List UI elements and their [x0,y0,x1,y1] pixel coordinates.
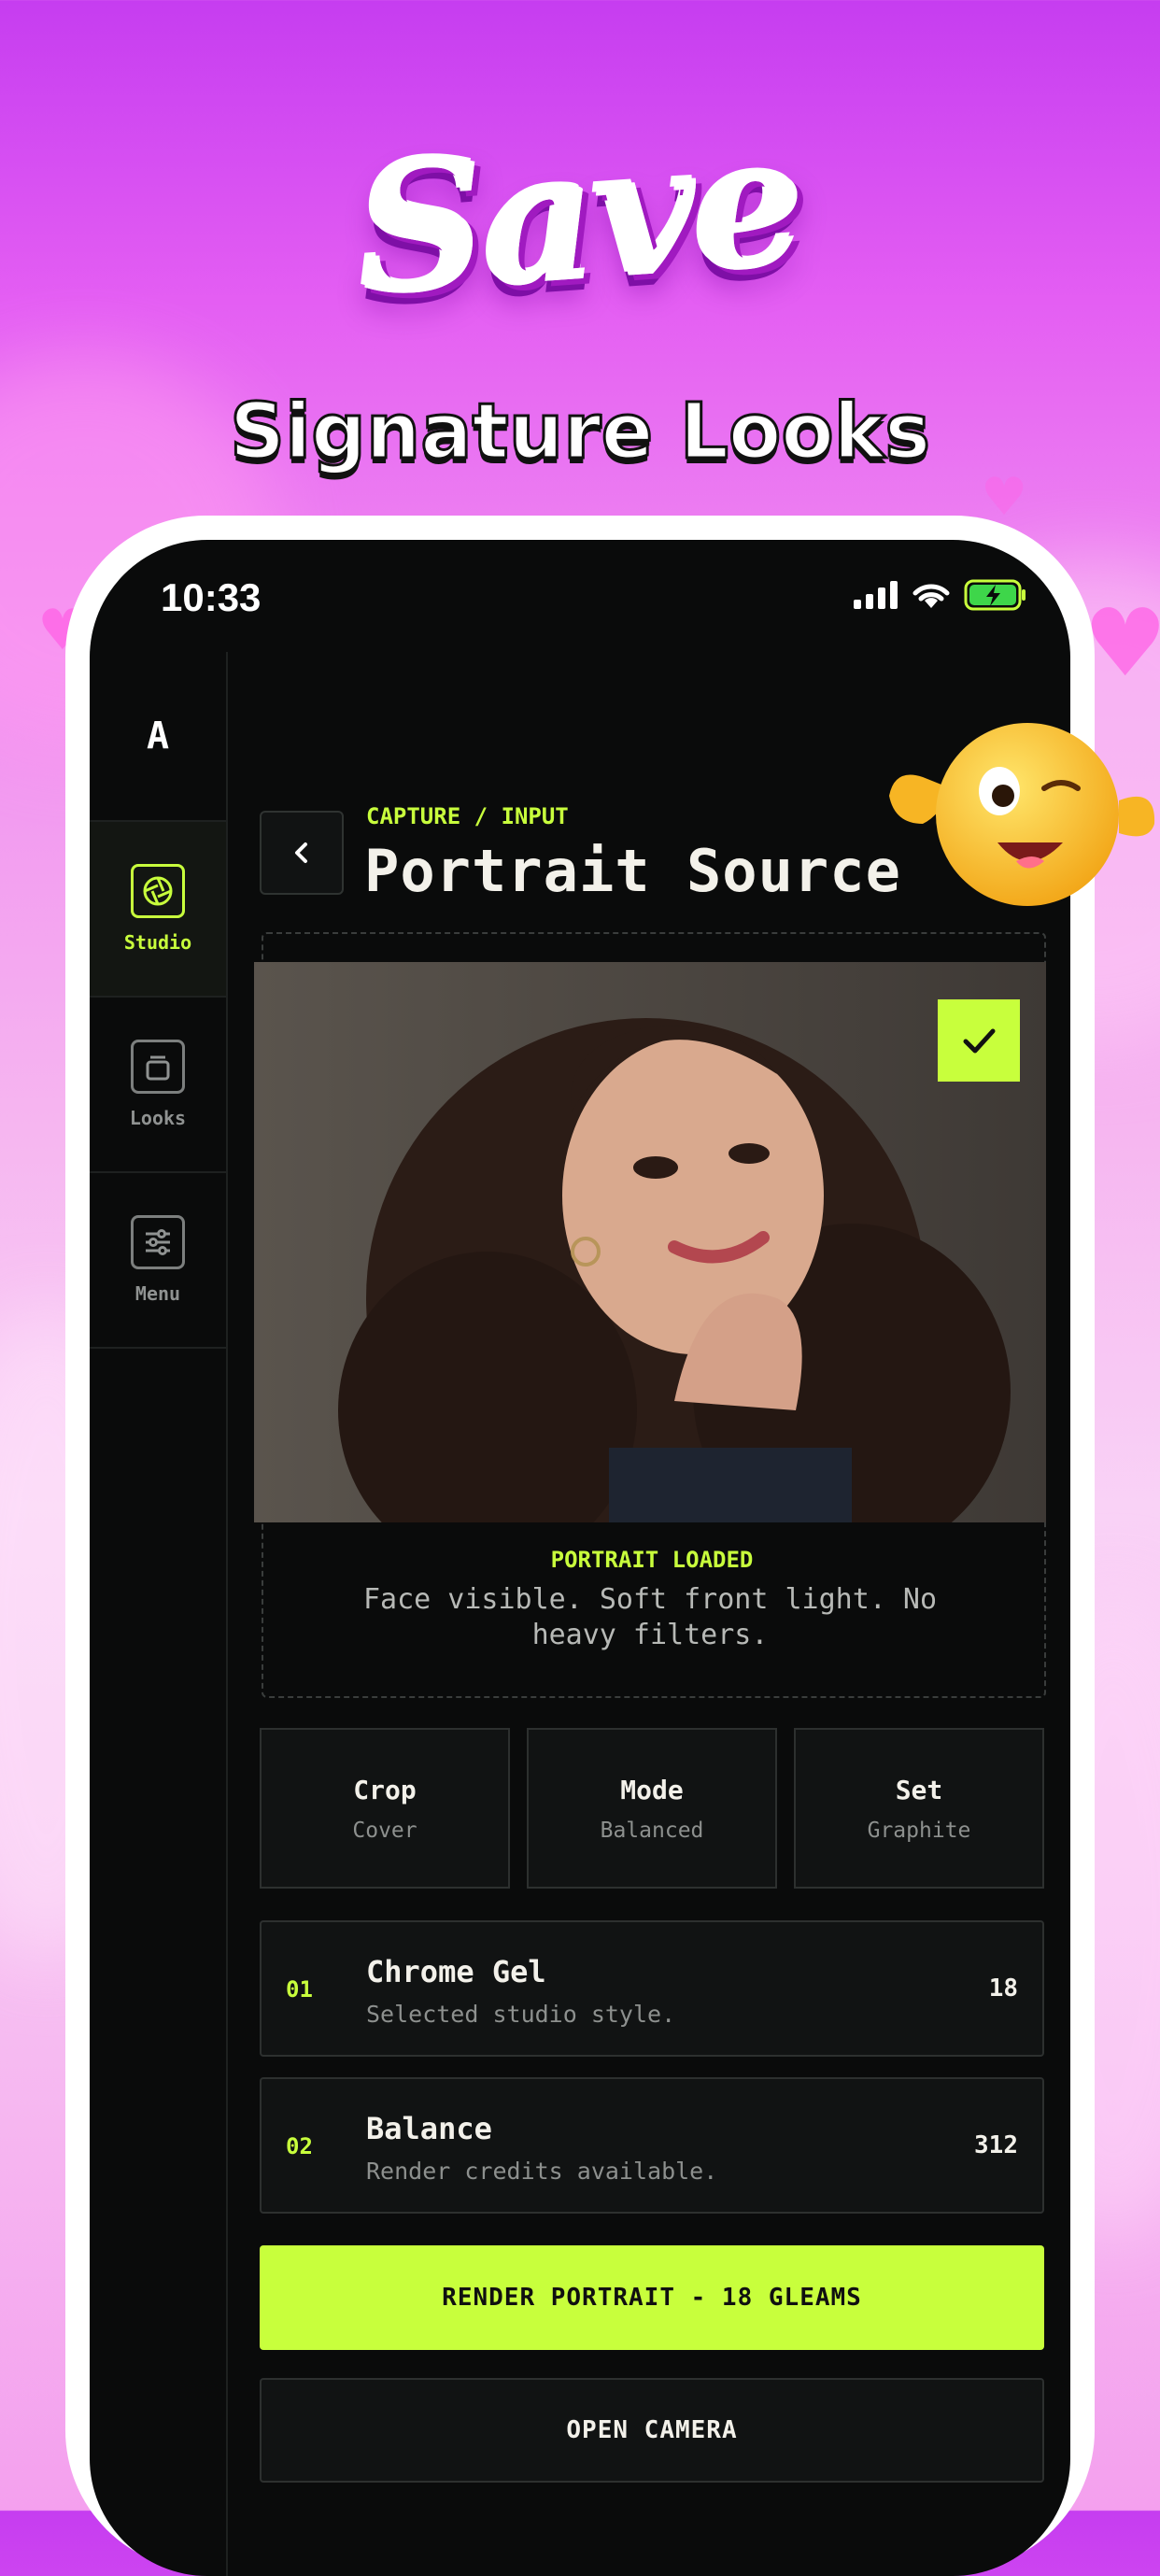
sliders-icon [131,1215,185,1269]
option-title: Set [895,1774,943,1805]
info-title: Chrome Gel [366,1954,546,1989]
battery-charging-icon [964,579,1026,611]
sidebar-item-label: Looks [129,1107,187,1129]
sidebar-item-menu[interactable]: Menu [90,1173,226,1349]
sidebar-item-studio[interactable]: Studio [90,822,226,998]
portrait-hint: Face visible. Soft front light. No heavy… [362,1583,938,1651]
sidebar-item-label: Studio [123,931,192,954]
hero-subtitle: Signature Looks [228,387,931,478]
info-number: 02 [286,2133,313,2159]
stack-icon [131,1040,185,1094]
option-value: Graphite [867,1818,971,1843]
option-value: Cover [352,1818,417,1843]
selected-check-badge [938,999,1020,1082]
sidebar: A Studio Looks Menu [90,652,228,2576]
back-button[interactable] [260,811,344,895]
heart-icon: ♥ [1083,588,1160,698]
info-subtitle: Selected studio style. [366,2001,676,2028]
sidebar-item-label: Menu [134,1282,181,1305]
option-crop[interactable]: Crop Cover [260,1728,510,1889]
hero-title: Save [350,96,809,336]
info-number: 01 [286,1976,313,2003]
portrait-status: PORTRAIT LOADED [550,1547,754,1573]
info-row-style[interactable]: 01 Chrome Gel Selected studio style. 18 [260,1920,1044,2057]
portrait-photo [254,962,1046,1522]
breadcrumb: CAPTURE / INPUT [366,803,569,829]
sidebar-item-looks[interactable]: Looks [90,998,226,1173]
status-icons [854,579,1027,611]
option-title: Mode [620,1774,684,1805]
chevron-left-icon [295,842,307,863]
app-logo: A [90,652,226,822]
option-mode[interactable]: Mode Balanced [527,1728,777,1889]
info-value: 312 [974,2131,1018,2159]
status-time: 10:33 [161,575,262,619]
info-subtitle: Render credits available. [366,2158,718,2185]
info-row-balance[interactable]: 02 Balance Render credits available. 312 [260,2077,1044,2214]
wifi-icon [912,584,950,608]
winking-emoji-icon [885,712,1158,908]
options-row: Crop Cover Mode Balanced Set Graphite [260,1728,1044,1889]
option-value: Balanced [600,1818,704,1843]
info-value: 18 [988,1974,1018,2003]
aperture-icon [131,864,185,918]
option-set[interactable]: Set Graphite [794,1728,1044,1889]
info-title: Balance [366,2111,492,2146]
page-title: Portrait Source [364,837,901,905]
check-icon [963,1028,996,1054]
open-camera-button[interactable]: OPEN CAMERA [260,2378,1044,2483]
render-portrait-button[interactable]: RENDER PORTRAIT - 18 GLEAMS [260,2245,1044,2350]
signal-icon [854,581,898,609]
option-title: Crop [353,1774,417,1805]
